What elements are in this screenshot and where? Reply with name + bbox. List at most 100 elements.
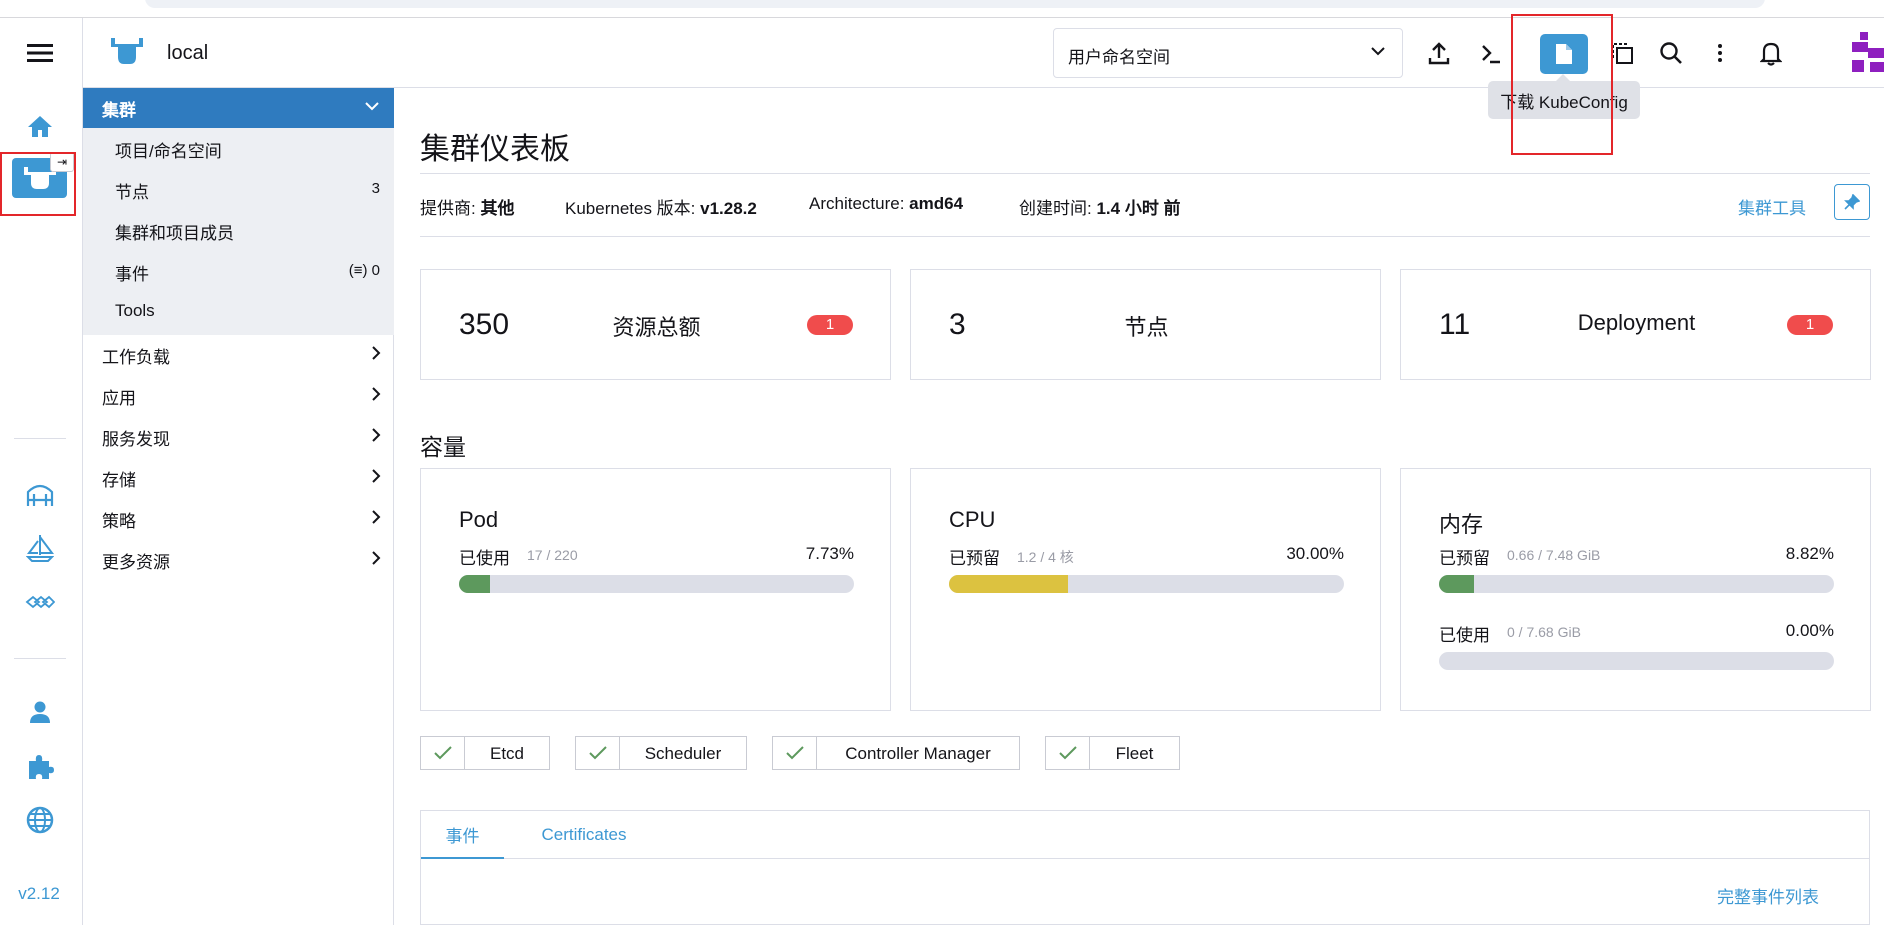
- stat-card-resources[interactable]: 350 资源总额 1: [420, 269, 891, 380]
- component-scheduler: Scheduler: [575, 736, 747, 770]
- page-title: 集群仪表板: [420, 133, 570, 166]
- nav-item-members[interactable]: 集群和项目成员: [115, 219, 385, 244]
- top-header: local 用户命名空间: [83, 18, 1884, 88]
- nav-item-label: 服务发现: [102, 430, 170, 449]
- capacity-row-percent: 8.82%: [1785, 544, 1834, 563]
- virtualization-icon[interactable]: [22, 584, 58, 620]
- globe-icon[interactable]: [22, 802, 58, 838]
- capacity-row-percent: 7.73%: [805, 544, 854, 563]
- capacity-bar: [1439, 652, 1834, 670]
- nav-item-label: 节点: [115, 183, 149, 202]
- check-icon: [1046, 737, 1090, 769]
- more-vertical-icon[interactable]: [1702, 35, 1738, 71]
- nav-item-label: 更多资源: [102, 553, 170, 572]
- home-icon[interactable]: [22, 108, 58, 144]
- cluster-logo-icon: [109, 36, 145, 71]
- nav-item-tools[interactable]: Tools: [115, 301, 385, 321]
- chevron-right-icon: [370, 384, 382, 409]
- namespace-select-value: 用户命名空间: [1068, 48, 1170, 67]
- hamburger-menu-icon[interactable]: [22, 35, 58, 71]
- meta-label: 创建时间:: [1019, 199, 1092, 218]
- meta-value: v1.28.2: [700, 199, 757, 218]
- nav-item-apps[interactable]: 应用: [102, 384, 382, 409]
- capacity-title: 内存: [1439, 512, 1484, 537]
- capacity-row-label: 已预留: [1439, 549, 1490, 568]
- component-etcd: Etcd: [420, 736, 550, 770]
- nav-item-nodes[interactable]: 节点: [115, 178, 385, 203]
- nav-item-more-resources[interactable]: 更多资源: [102, 548, 382, 573]
- meta-label: Architecture:: [809, 194, 905, 213]
- stat-card-deployment[interactable]: 11 Deployment 1: [1400, 269, 1871, 380]
- nav-item-label: Tools: [115, 301, 155, 320]
- meta-kubernetes-version: Kubernetes 版本: v1.28.2: [565, 194, 757, 219]
- user-icon[interactable]: [22, 694, 58, 730]
- component-label: Scheduler: [644, 744, 722, 763]
- extensions-puzzle-icon[interactable]: [22, 748, 58, 784]
- stat-card-nodes[interactable]: 3 节点: [910, 269, 1381, 380]
- capacity-row-sub: 0 / 7.68 GiB: [1507, 624, 1581, 640]
- nav-item-label: 集群和项目成员: [115, 224, 234, 243]
- cluster-name: local: [167, 42, 209, 64]
- capacity-row-label: 已预留: [949, 549, 1000, 568]
- capacity-title: Pod: [459, 507, 499, 532]
- side-navigation: 集群 项目/命名空间 节点 3 集群和项目成员 事件 (≡) 0 Tools 工…: [83, 88, 394, 925]
- chevron-down-icon: [364, 98, 380, 119]
- chevron-right-icon: [370, 425, 382, 450]
- nav-item-projects-namespaces[interactable]: 项目/命名空间: [115, 137, 385, 162]
- version-label[interactable]: v2.12: [0, 884, 78, 904]
- annotation-highlight-cluster: [0, 152, 76, 216]
- capacity-bar-fill: [459, 575, 490, 593]
- browser-address-bar[interactable]: [145, 0, 1765, 8]
- nav-group-items: 项目/命名空间 节点 3 集群和项目成员 事件 (≡) 0 Tools: [83, 128, 394, 335]
- kubectl-shell-icon[interactable]: [1473, 35, 1509, 71]
- meta-created: 创建时间: 1.4 小时 前: [1019, 194, 1181, 219]
- cluster-management-icon[interactable]: [22, 476, 58, 512]
- capacity-card-pod: Pod 已使用 17 / 220 7.73%: [420, 468, 891, 711]
- capacity-card-memory: 内存 已预留 0.66 / 7.48 GiB 8.82% 已使用 0 / 7.6…: [1400, 468, 1871, 711]
- nav-item-label: 事件: [115, 265, 149, 284]
- search-icon[interactable]: [1653, 35, 1689, 71]
- nav-item-workloads[interactable]: 工作负载: [102, 343, 382, 368]
- component-label: Fleet: [1115, 744, 1154, 763]
- nav-item-storage[interactable]: 存储: [102, 466, 382, 491]
- main-content: 集群仪表板 提供商: 其他 Kubernetes 版本: v1.28.2 Arc…: [420, 88, 1871, 925]
- meta-value: 1.4 小时 前: [1096, 199, 1181, 218]
- stat-label: 节点: [1124, 315, 1169, 340]
- component-controller-manager: Controller Manager: [772, 736, 1020, 770]
- capacity-bar: [459, 575, 854, 593]
- user-avatar[interactable]: [1852, 32, 1884, 72]
- meta-label: 提供商:: [420, 199, 476, 218]
- cluster-meta-row: 提供商: 其他 Kubernetes 版本: v1.28.2 Architect…: [420, 173, 1870, 237]
- meta-architecture: Architecture: amd64: [809, 194, 963, 214]
- nav-group-label: 集群: [102, 100, 136, 120]
- capacity-bar: [949, 575, 1344, 593]
- nav-item-policy[interactable]: 策略: [102, 507, 382, 532]
- nav-item-label: 策略: [102, 512, 136, 531]
- import-yaml-upload-icon[interactable]: [1421, 35, 1457, 71]
- cluster-tools-link[interactable]: 集群工具: [1738, 194, 1806, 219]
- nav-item-label: 工作负载: [102, 348, 170, 367]
- nav-group-cluster[interactable]: 集群: [83, 88, 394, 128]
- chevron-right-icon: [370, 507, 382, 532]
- capacity-row-sub: 1.2 / 4 核: [1017, 549, 1074, 565]
- capacity-bar-fill: [949, 575, 1068, 593]
- nav-item-events[interactable]: 事件: [115, 260, 385, 285]
- tabs-bar: 事件 Certificates: [421, 811, 1869, 859]
- check-icon: [421, 737, 465, 769]
- nav-item-label: 项目/命名空间: [115, 142, 222, 161]
- capacity-card-cpu: CPU 已预留 1.2 / 4 核 30.00%: [910, 468, 1381, 711]
- capacity-section-title: 容量: [420, 434, 466, 460]
- continuous-delivery-icon[interactable]: [22, 530, 58, 566]
- nav-item-service-discovery[interactable]: 服务发现: [102, 425, 382, 450]
- check-icon: [773, 737, 817, 769]
- capacity-row-percent: 30.00%: [1286, 544, 1344, 563]
- tab-certificates[interactable]: Certificates: [504, 811, 664, 859]
- namespace-select[interactable]: 用户命名空间: [1053, 28, 1403, 78]
- capacity-row-sub: 17 / 220: [527, 547, 578, 563]
- tab-events[interactable]: 事件: [421, 811, 504, 859]
- full-events-list-link[interactable]: 完整事件列表: [1717, 883, 1819, 908]
- notifications-bell-icon[interactable]: [1753, 35, 1789, 71]
- pin-icon[interactable]: [1834, 184, 1870, 220]
- nav-item-label: 存储: [102, 471, 136, 490]
- events-tabs-panel: 事件 Certificates 完整事件列表: [420, 810, 1870, 925]
